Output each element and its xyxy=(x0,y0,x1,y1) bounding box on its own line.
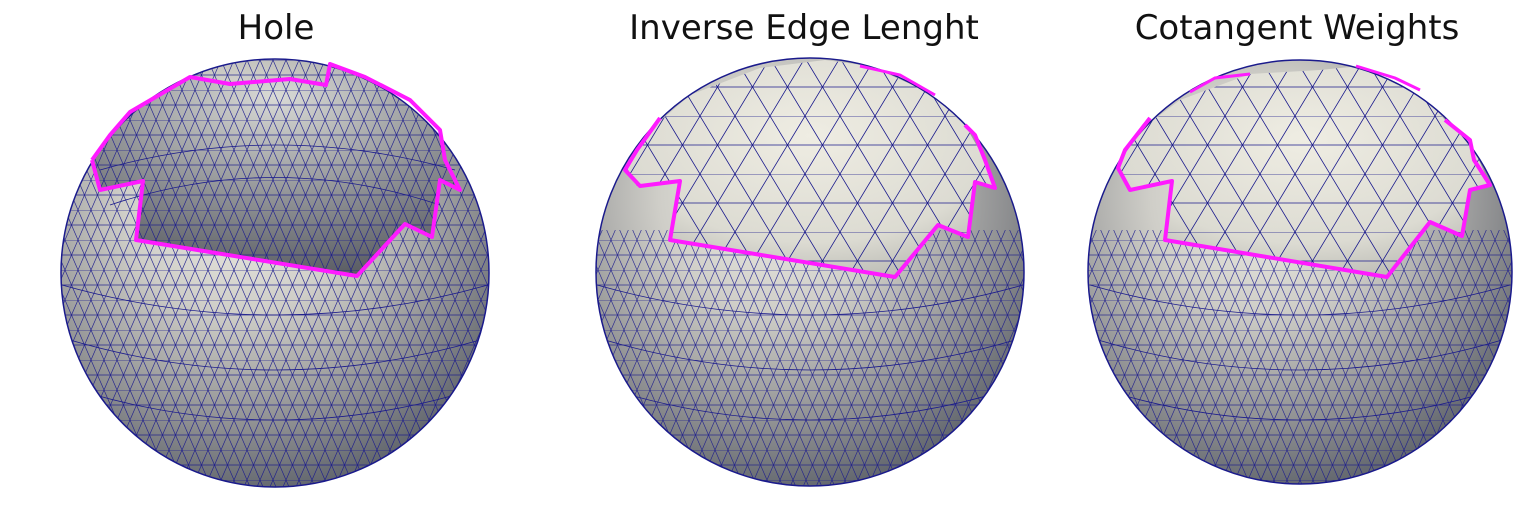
sphere-with-hole xyxy=(60,58,490,488)
sphere-filled-cotangent-weights xyxy=(1087,59,1513,485)
mesh-lines xyxy=(596,230,1024,486)
mesh-lines xyxy=(1088,230,1512,484)
scene-canvas xyxy=(60,57,1513,488)
sphere-filled-inverse-edge-length xyxy=(595,57,1025,487)
